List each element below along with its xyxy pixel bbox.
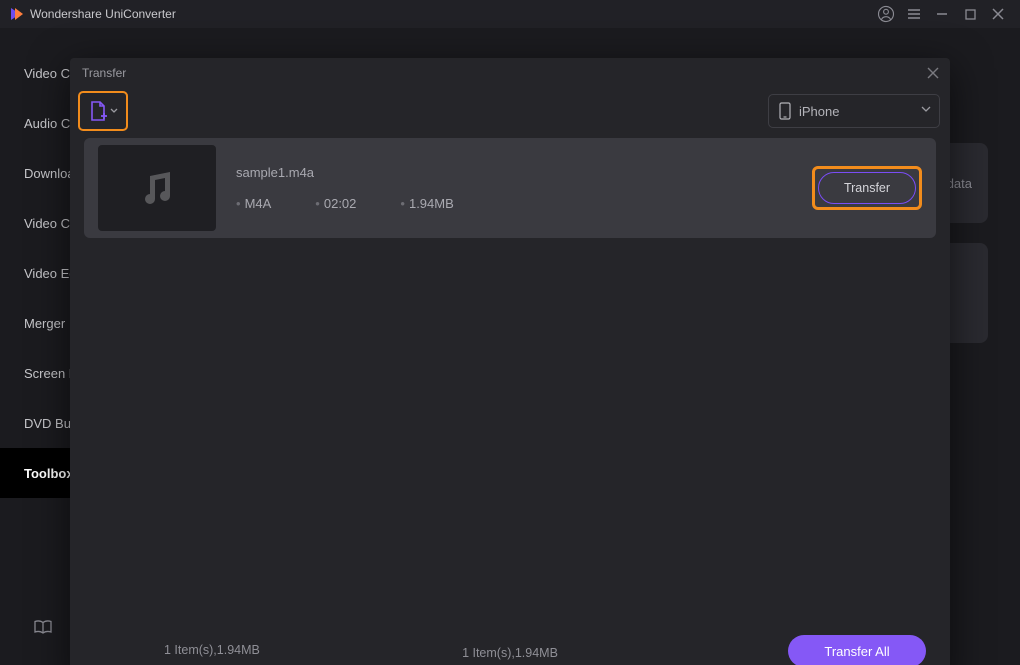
- app-title: Wondershare UniConverter: [30, 7, 176, 21]
- chevron-down-icon: [110, 108, 118, 114]
- item-meta: sample1.m4a •M4A •02:02 •1.94MB: [236, 165, 792, 211]
- modal-header: Transfer: [70, 58, 950, 88]
- item-size: •1.94MB: [400, 196, 453, 211]
- app-logo: Wondershare UniConverter: [8, 6, 176, 22]
- title-bar: Wondershare UniConverter: [0, 0, 1020, 28]
- sidebar-item-label: Toolbox: [24, 466, 74, 481]
- guide-icon[interactable]: [34, 620, 52, 639]
- item-count-left: 1 Item(s),1.94MB: [164, 643, 260, 657]
- modal-toolbar: iPhone: [70, 88, 950, 134]
- maximize-icon[interactable]: [956, 0, 984, 28]
- music-icon: [135, 166, 179, 210]
- background-card-label: data: [947, 176, 972, 191]
- device-label: iPhone: [799, 104, 839, 119]
- transfer-all-button[interactable]: Transfer All: [788, 635, 926, 665]
- phone-icon: [779, 102, 791, 120]
- minimize-icon[interactable]: [928, 0, 956, 28]
- logo-icon: [8, 6, 24, 22]
- modal-close-button[interactable]: [922, 62, 944, 84]
- file-list: sample1.m4a •M4A •02:02 •1.94MB Transfer: [70, 134, 950, 623]
- item-duration: •02:02: [315, 196, 356, 211]
- close-window-icon[interactable]: [984, 0, 1012, 28]
- modal-title: Transfer: [82, 66, 126, 80]
- item-format: •M4A: [236, 196, 271, 211]
- account-icon[interactable]: [872, 0, 900, 28]
- sidebar-item-label: Merger: [24, 316, 65, 331]
- transfer-button-highlight: Transfer: [812, 166, 922, 210]
- close-icon: [927, 67, 939, 79]
- transfer-button-label: Transfer: [844, 181, 890, 195]
- transfer-modal: Transfer: [70, 58, 950, 665]
- item-filename: sample1.m4a: [236, 165, 792, 180]
- list-item: sample1.m4a •M4A •02:02 •1.94MB Transfer: [84, 138, 936, 238]
- menu-icon[interactable]: [900, 0, 928, 28]
- device-select[interactable]: iPhone: [768, 94, 940, 128]
- item-count-center: 1 Item(s),1.94MB: [462, 646, 558, 660]
- add-file-icon: [88, 100, 108, 122]
- modal-footer: 1 Item(s),1.94MB 1 Item(s),1.94MB Transf…: [70, 623, 950, 665]
- item-thumbnail: [98, 145, 216, 231]
- add-file-button[interactable]: [78, 91, 128, 131]
- chevron-down-icon: [921, 105, 931, 113]
- transfer-all-label: Transfer All: [824, 644, 889, 659]
- transfer-button[interactable]: Transfer: [818, 172, 916, 204]
